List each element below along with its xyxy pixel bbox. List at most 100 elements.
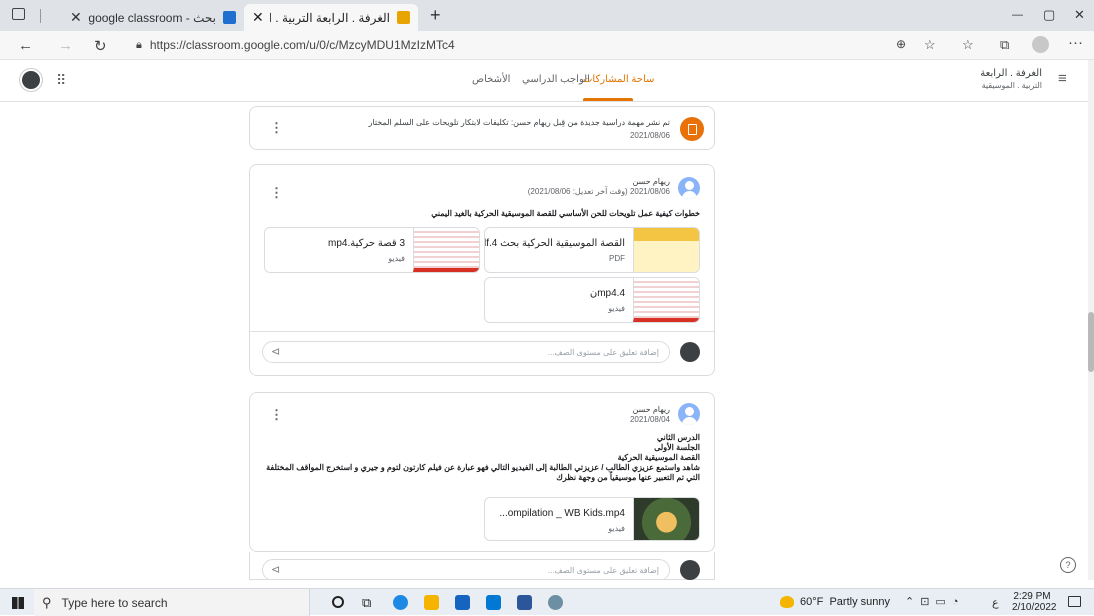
assignment-icon: [680, 117, 704, 141]
browser-tab-classroom[interactable]: ✕ الغرفة . الرابعة التربية . الموسيقية: [244, 4, 418, 31]
announcement-card: ريهام حسن 2021/08/06 (وقت آخر تعديل: 202…: [249, 164, 715, 376]
attachment-name: القصة الموسيقية الحركية بحث 4.pdf: [485, 238, 625, 249]
lock-icon: 🔒︎: [136, 38, 142, 51]
send-icon[interactable]: ⊲: [271, 345, 280, 358]
paint-icon[interactable]: [548, 595, 563, 610]
url-text: https://classroom.google.com/u/0/c/MzcyM…: [149, 38, 455, 52]
favorite-star-icon[interactable]: ☆: [924, 37, 936, 53]
system-tray-icons[interactable]: ⌃⊡▭◔: [905, 595, 964, 608]
attachment-video[interactable]: 4.mp4ن فيديو: [484, 277, 700, 323]
post-line: شاهد واستمع عزيزي الطالب / عزيزتي الطالب…: [266, 463, 700, 482]
help-icon: ?: [1065, 560, 1071, 570]
file-explorer-icon[interactable]: [424, 595, 439, 610]
back-arrow-icon[interactable]: ←: [18, 37, 33, 54]
weather-icon[interactable]: [780, 596, 794, 608]
clipboard-icon: [687, 123, 697, 135]
close-tab-icon[interactable]: ✕: [70, 9, 82, 26]
clock-date: 2/10/2022: [1012, 602, 1057, 613]
forward-arrow-icon[interactable]: →: [58, 37, 73, 54]
video-thumbnail: [633, 278, 699, 322]
edge-icon[interactable]: [393, 595, 408, 610]
announcement-card: ريهام حسن 2021/08/04 ⋮ الدرس الثاني الجل…: [249, 392, 715, 552]
pdf-thumbnail: [633, 228, 699, 272]
task-view-icon[interactable]: ⧉: [362, 595, 371, 611]
tab-actions-icon[interactable]: [12, 8, 25, 20]
store-icon[interactable]: [455, 595, 470, 610]
tab-classwork[interactable]: الواجب الدراسي: [522, 74, 590, 85]
tab-title: بحث - google classroom: [88, 10, 216, 25]
more-menu-icon[interactable]: ···: [1068, 34, 1083, 51]
post-author: ريهام حسن: [632, 405, 670, 414]
assignment-notice-card[interactable]: تم نشر مهمة دراسية جديدة من قِبل ريهام ح…: [249, 106, 715, 150]
maximize-button[interactable]: ▢: [1043, 7, 1055, 23]
tab-stream[interactable]: ساحة المشاركات: [583, 74, 654, 85]
post-body: خطوات كيفية عمل تلويحات للحن الأساسي للق…: [431, 209, 700, 218]
main-menu-icon[interactable]: ≡: [1058, 70, 1067, 87]
class-name[interactable]: الغرفة . الرابعة التربية . الموسيقية: [960, 68, 1042, 90]
classroom-header: ⠿ الأشخاص الواجب الدراسي ساحة المشاركات …: [0, 60, 1088, 102]
video-thumbnail: [633, 498, 699, 540]
mail-icon[interactable]: [486, 595, 501, 610]
more-options-icon[interactable]: ⋮: [270, 407, 283, 423]
classroom-favicon-icon: [397, 11, 410, 24]
assignment-notice-date: 2021/08/06: [629, 131, 670, 140]
clock-time: 2:29 PM: [1013, 591, 1051, 602]
video-thumbnail: [413, 228, 479, 272]
more-options-icon[interactable]: ⋮: [270, 185, 283, 201]
send-icon[interactable]: ⊲: [271, 563, 280, 576]
comment-placeholder: إضافة تعليق على مستوى الصف...: [547, 348, 659, 357]
more-options-icon[interactable]: ⋮: [270, 120, 283, 136]
refresh-icon[interactable]: ↻: [94, 37, 107, 55]
taskbar-search[interactable]: ⚲ Type here to search: [34, 589, 310, 616]
close-window-button[interactable]: ✕: [1074, 7, 1085, 23]
attachment-type: فيديو: [388, 254, 405, 263]
tab-people[interactable]: الأشخاص: [472, 74, 510, 85]
search-placeholder: Type here to search: [61, 595, 168, 610]
author-avatar: [678, 177, 700, 199]
input-language[interactable]: ع: [992, 596, 999, 609]
attachment-pdf[interactable]: القصة الموسيقية الحركية بحث 4.pdf PDF: [484, 227, 700, 273]
weather-text[interactable]: 60°F Partly sunny: [800, 596, 890, 608]
apps-grid-icon[interactable]: ⠿: [56, 72, 66, 89]
clock[interactable]: 2:29 PM 2/10/2022: [1012, 591, 1057, 613]
url-field[interactable]: 🔒︎ https://classroom.google.com/u/0/c/Mz…: [128, 34, 908, 56]
windows-taskbar: ⚲ Type here to search ⧉ 60°F Partly sunn…: [0, 588, 1094, 616]
notification-icon[interactable]: [1068, 596, 1081, 607]
scrollbar-thumb[interactable]: [1088, 312, 1094, 372]
close-tab-icon[interactable]: ✕: [252, 9, 264, 26]
word-icon[interactable]: [517, 595, 532, 610]
comment-input[interactable]: ⊲ إضافة تعليق على مستوى الصف...: [262, 341, 670, 363]
attachment-video[interactable]: ...ompilation _ WB Kids.mp4 فيديو: [484, 497, 700, 541]
browser-tab-strip: ✕ بحث - google classroom ✕ الغرفة . الرا…: [0, 0, 1094, 31]
commenter-avatar: [680, 560, 700, 580]
comment-input[interactable]: ⊲ إضافة تعليق على مستوى الصف...: [262, 559, 670, 580]
attachment-name: ...ompilation _ WB Kids.mp4: [499, 508, 625, 519]
attachment-name: 4.mp4ن: [589, 288, 625, 299]
profile-avatar-icon[interactable]: [1032, 36, 1049, 53]
attachment-type: فيديو: [608, 524, 625, 533]
post-meta: 2021/08/06 (وقت آخر تعديل: 2021/08/06): [527, 187, 670, 196]
zoom-icon[interactable]: ⊕: [896, 37, 906, 51]
post-date: 2021/08/04: [629, 415, 670, 424]
favorites-list-icon[interactable]: ☆: [962, 37, 974, 53]
minimize-button[interactable]: —: [1012, 9, 1023, 21]
attachment-video[interactable]: 3 قصة حركية.mp4 فيديو: [264, 227, 480, 273]
post-line: الدرس الثاني: [656, 433, 700, 442]
attachment-type: فيديو: [608, 304, 625, 313]
comment-placeholder: إضافة تعليق على مستوى الصف...: [547, 566, 659, 575]
attachment-name: 3 قصة حركية.mp4: [327, 238, 405, 249]
new-tab-button[interactable]: +: [430, 5, 441, 26]
post-body: الدرس الثاني الجلسة الأولى القصة الموسيق…: [260, 433, 700, 483]
browser-tab-search[interactable]: ✕ بحث - google classroom: [62, 4, 244, 31]
windows-start-icon[interactable]: [12, 597, 24, 609]
cortana-icon[interactable]: [332, 596, 344, 608]
bing-icon: [223, 11, 236, 24]
tab-title: الغرفة . الرابعة التربية . الموسيقية: [270, 10, 390, 25]
search-icon: ⚲: [42, 594, 52, 610]
account-avatar[interactable]: [20, 69, 42, 91]
address-bar-row: ← → ↻ 🔒︎ https://classroom.google.com/u/…: [0, 31, 1094, 60]
help-button[interactable]: ?: [1060, 557, 1076, 573]
active-tab-indicator: [583, 98, 633, 101]
collections-icon[interactable]: ⧉: [1000, 37, 1009, 53]
post-author: ريهام حسن: [632, 177, 670, 186]
